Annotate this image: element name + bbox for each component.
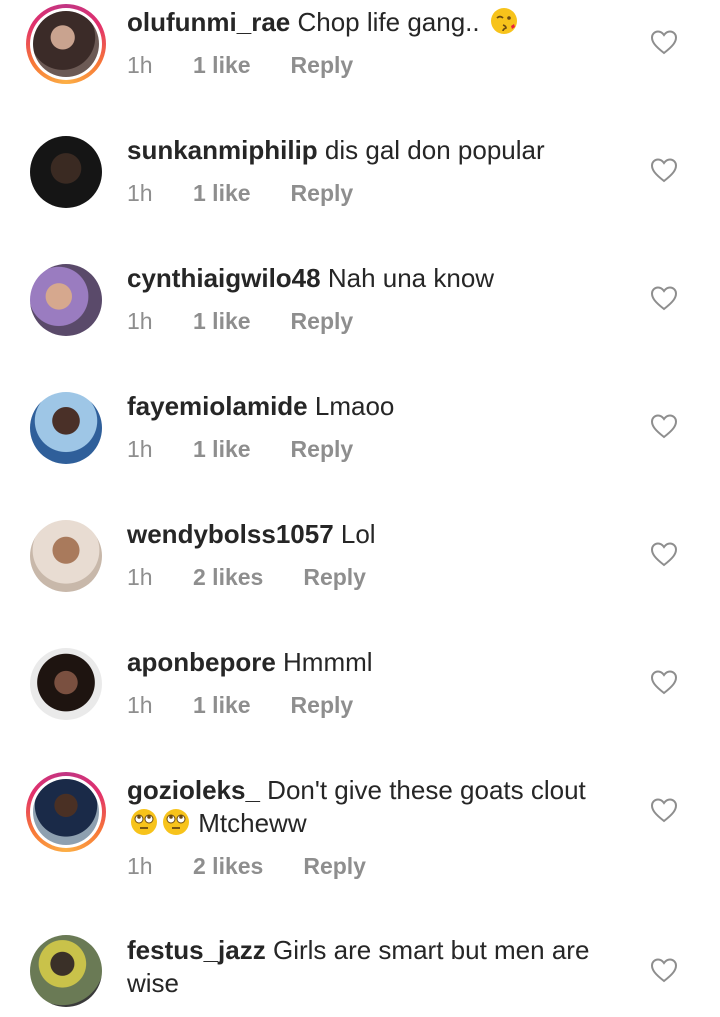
- avatar[interactable]: [30, 264, 102, 336]
- comment-time: 1h: [127, 564, 153, 590]
- comment-body: wendybolss1057 Lol: [127, 518, 627, 551]
- comment-likes[interactable]: 1 like: [193, 52, 251, 79]
- comment-text: Hmmml: [283, 647, 373, 677]
- heart-icon[interactable]: [650, 669, 678, 695]
- comment-meta: 1h 2 likes Reply: [127, 853, 366, 880]
- comment-username[interactable]: gozioleks_: [127, 775, 260, 805]
- comment-body: aponbepore Hmmml: [127, 646, 627, 679]
- reply-button[interactable]: Reply: [291, 180, 354, 207]
- comment-body: sunkanmiphilip dis gal don popular: [127, 134, 627, 167]
- comment-username[interactable]: wendybolss1057: [127, 519, 334, 549]
- comment-meta: 1h 1 like Reply: [127, 692, 353, 719]
- avatar[interactable]: [26, 4, 106, 84]
- reply-button[interactable]: Reply: [291, 52, 354, 79]
- comment-username[interactable]: olufunmi_rae: [127, 7, 290, 37]
- heart-icon[interactable]: [650, 157, 678, 183]
- comment-meta: 1h 1 like Reply: [127, 180, 353, 207]
- heart-icon[interactable]: [650, 413, 678, 439]
- heart-icon[interactable]: [650, 541, 678, 567]
- comment-username[interactable]: sunkanmiphilip: [127, 135, 318, 165]
- comment-time: 1h: [127, 692, 153, 718]
- comment-body: fayemiolamide Lmaoo: [127, 390, 627, 423]
- comment-meta: 1h 1 like Reply: [127, 52, 353, 79]
- reply-button[interactable]: Reply: [303, 853, 366, 880]
- heart-icon[interactable]: [650, 957, 678, 983]
- comment-likes[interactable]: 2 likes: [193, 853, 263, 880]
- comment-body: gozioleks_ Don't give these goats clout …: [127, 774, 627, 840]
- comment-username[interactable]: festus_jazz: [127, 935, 266, 965]
- comment-text: Don't give these goats clout: [267, 775, 586, 805]
- comment-username[interactable]: aponbepore: [127, 647, 276, 677]
- heart-icon[interactable]: [650, 285, 678, 311]
- reply-button[interactable]: Reply: [291, 308, 354, 335]
- reply-button[interactable]: Reply: [291, 692, 354, 719]
- comment-meta: 1h 1 like Reply: [127, 436, 353, 463]
- comment-time: 1h: [127, 52, 153, 78]
- avatar[interactable]: [30, 136, 102, 208]
- kiss-emoji-icon: [490, 8, 517, 34]
- comment-text: Lmaoo: [314, 391, 395, 421]
- comment-likes[interactable]: 2 likes: [193, 564, 263, 591]
- comment-meta: 1h 2 likes Reply: [127, 564, 366, 591]
- comment-likes[interactable]: 1 like: [193, 692, 251, 719]
- reply-button[interactable]: Reply: [291, 436, 354, 463]
- comment-likes[interactable]: 1 like: [193, 180, 251, 207]
- comment-likes[interactable]: 1 like: [193, 308, 251, 335]
- reply-button[interactable]: Reply: [303, 564, 366, 591]
- comment-time: 1h: [127, 308, 153, 334]
- comment-time: 1h: [127, 180, 153, 206]
- comment-username[interactable]: fayemiolamide: [127, 391, 308, 421]
- comment-body: olufunmi_rae Chop life gang..: [127, 6, 627, 39]
- avatar[interactable]: [30, 648, 102, 720]
- comment-time: 1h: [127, 853, 153, 879]
- heart-icon[interactable]: [650, 29, 678, 55]
- comment-body: cynthiaigwilo48 Nah una know: [127, 262, 627, 295]
- comment-text: Chop life gang..: [297, 7, 480, 37]
- comment-likes[interactable]: 1 like: [193, 436, 251, 463]
- eye-roll-emoji-icon: [163, 809, 189, 835]
- avatar[interactable]: [26, 772, 106, 852]
- comment-text-line2: Mtcheww: [198, 808, 307, 838]
- comment-text: Lol: [340, 519, 376, 549]
- eye-roll-emoji-icon: [131, 809, 157, 835]
- avatar[interactable]: [30, 520, 102, 592]
- avatar[interactable]: [30, 935, 102, 1007]
- comment-text: dis gal don popular: [324, 135, 545, 165]
- avatar[interactable]: [30, 392, 102, 464]
- comment-text: Nah una know: [327, 263, 495, 293]
- comment-time: 1h: [127, 436, 153, 462]
- comment-body: festus_jazz Girls are smart but men are …: [127, 934, 627, 1000]
- comment-meta: 1h 1 like Reply: [127, 308, 353, 335]
- comment-username[interactable]: cynthiaigwilo48: [127, 263, 321, 293]
- heart-icon[interactable]: [650, 797, 678, 823]
